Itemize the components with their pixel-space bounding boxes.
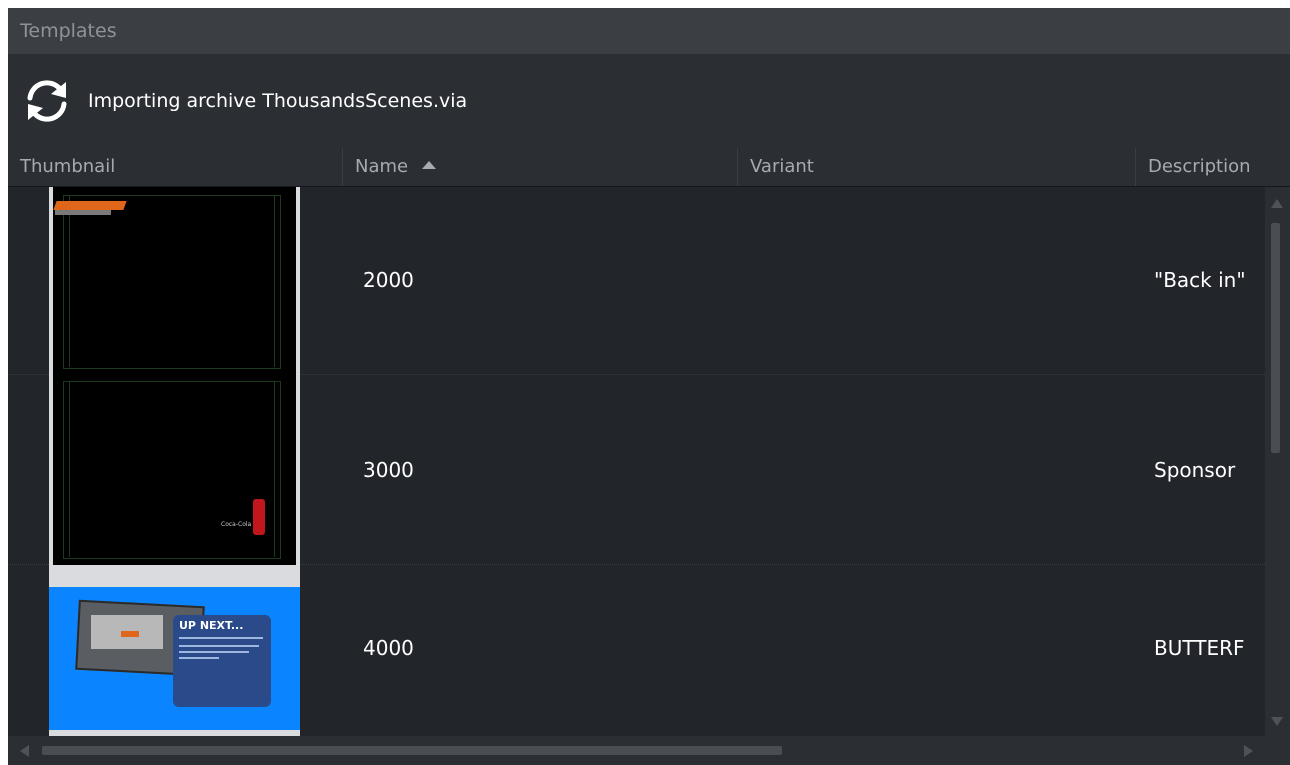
import-status-bar: Importing archive ThousandsScenes.via xyxy=(8,54,1290,148)
table-row[interactable]: UP NEXT... 4000 BUTTERF xyxy=(8,565,1265,736)
thumbnail-title: UP NEXT... xyxy=(179,619,244,632)
table-body: 2000 "Back in" Coca-Cola 3000 Sponsor UP… xyxy=(8,187,1265,736)
scrollbar-corner xyxy=(1265,736,1290,765)
column-header-description[interactable]: Description xyxy=(1135,148,1290,186)
column-header-label: Name xyxy=(355,156,409,177)
column-header-thumbnail[interactable]: Thumbnail xyxy=(8,148,342,186)
row-description: "Back in" xyxy=(1154,268,1246,292)
horizontal-scroll-thumb[interactable] xyxy=(42,746,782,755)
row-name: 2000 xyxy=(363,268,414,292)
scroll-down-arrow-icon[interactable] xyxy=(1271,717,1283,726)
panel-title: Templates xyxy=(8,8,1290,54)
thumbnail-caption: Coca-Cola xyxy=(221,521,252,528)
soda-can-icon xyxy=(253,499,265,535)
templates-panel: Templates Importing archive ThousandsSce… xyxy=(8,8,1290,765)
column-header-variant[interactable]: Variant xyxy=(737,148,1135,186)
scroll-left-arrow-icon[interactable] xyxy=(20,745,29,757)
column-header-label: Variant xyxy=(750,156,814,177)
horizontal-scrollbar[interactable] xyxy=(8,736,1265,765)
column-header-name[interactable]: Name xyxy=(342,148,737,186)
scroll-right-arrow-icon[interactable] xyxy=(1244,745,1253,757)
sort-ascending-icon xyxy=(421,161,436,169)
table-header: Thumbnail Name Variant Description xyxy=(8,148,1290,187)
thumbnail-image: Coca-Cola xyxy=(49,375,300,565)
row-description: BUTTERF xyxy=(1154,636,1245,660)
column-header-label: Description xyxy=(1148,156,1251,177)
row-name: 4000 xyxy=(363,636,414,660)
table-row[interactable]: Coca-Cola 3000 Sponsor xyxy=(8,375,1265,565)
table-row[interactable]: 2000 "Back in" xyxy=(8,187,1265,375)
scroll-up-arrow-icon[interactable] xyxy=(1271,199,1283,208)
thumbnail-image: UP NEXT... xyxy=(49,565,300,736)
row-name: 3000 xyxy=(363,458,414,482)
sync-icon xyxy=(27,80,67,122)
column-header-label: Thumbnail xyxy=(20,156,116,177)
import-status-message: Importing archive ThousandsScenes.via xyxy=(88,90,468,112)
row-description: Sponsor xyxy=(1154,458,1236,482)
vertical-scrollbar[interactable] xyxy=(1265,187,1290,736)
thumbnail-image xyxy=(49,187,300,375)
vertical-scroll-thumb[interactable] xyxy=(1271,223,1280,453)
